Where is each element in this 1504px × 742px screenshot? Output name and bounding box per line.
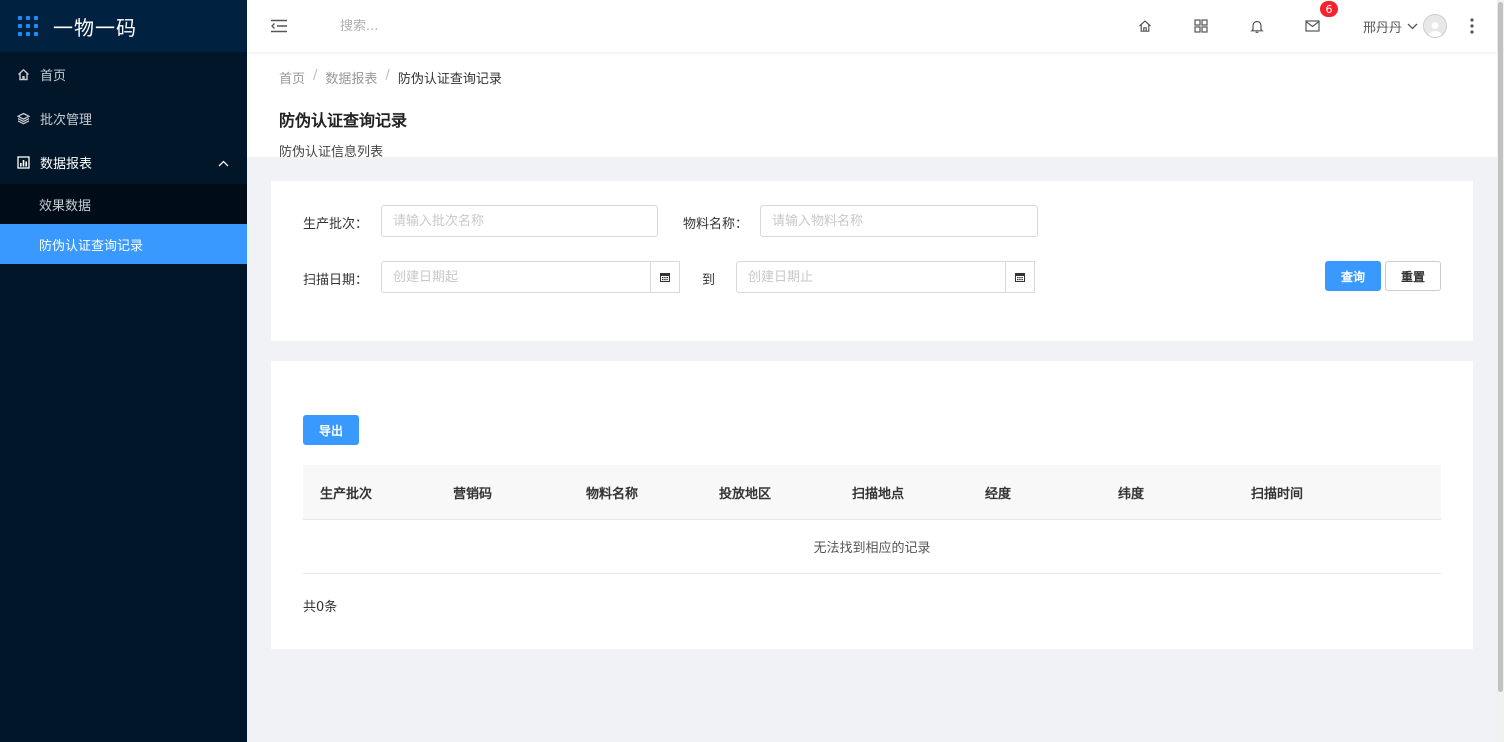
column-header-longitude[interactable]: 经度 [968, 483, 1101, 502]
total-count: 共0条 [303, 600, 338, 615]
chevron-down-icon [1407, 19, 1418, 34]
column-header-marketing-code[interactable]: 营销码 [436, 483, 569, 502]
batch-label: 生产批次： [303, 217, 369, 232]
breadcrumb-parent[interactable]: 数据报表 [325, 68, 377, 87]
scan-date-label: 扫描日期： [303, 273, 369, 288]
avatar[interactable] [1423, 14, 1447, 38]
column-header-material-name[interactable]: 物料名称 [569, 483, 702, 502]
page-header: 首页 / 数据报表 / 防伪认证查询记录 防伪认证查询记录 防伪认证信息列表 [247, 52, 1497, 160]
sidebar-submenu: 效果数据 防伪认证查询记录 [0, 184, 247, 264]
column-header-region[interactable]: 投放地区 [702, 483, 835, 502]
page-description: 防伪认证信息列表 [279, 145, 384, 160]
column-header-scan-location[interactable]: 扫描地点 [835, 483, 968, 502]
layers-icon [16, 111, 30, 125]
table-header: 生产批次 营销码 物料名称 投放地区 扫描地点 经度 纬度 扫描时间 [303, 465, 1441, 520]
top-header: 6 邢丹丹 [247, 0, 1497, 52]
table-card: 导出 生产批次 营销码 物料名称 投放地区 扫描地点 经度 纬度 扫描时间 无法… [271, 361, 1473, 649]
sidebar-item-batch-management[interactable]: 批次管理 [0, 96, 247, 140]
material-label: 物料名称： [683, 217, 749, 232]
user-menu[interactable]: 邢丹丹 [1363, 14, 1447, 38]
date-to-label: 到 [702, 273, 716, 288]
search-input[interactable] [340, 18, 740, 34]
more-vertical-icon[interactable] [1447, 18, 1497, 34]
header-toolbar: 6 邢丹丹 [1117, 0, 1497, 52]
sidebar-item-label: 数据报表 [40, 156, 93, 172]
sidebar-item-data-reports[interactable]: 数据报表 [0, 140, 247, 184]
sidebar: 一物一码 首页 批次管理 数据报表 效果数据 防伪认证查询记录 [0, 0, 247, 742]
sidebar-item-effect-data[interactable]: 效果数据 [0, 184, 247, 224]
menu-collapse-icon[interactable] [270, 19, 290, 33]
table-empty-message: 无法找到相应的记录 [303, 520, 1441, 574]
page-scrollbar[interactable] [1497, 0, 1504, 742]
mail-badge: 6 [1318, 0, 1339, 18]
sidebar-menu: 首页 批次管理 数据报表 效果数据 防伪认证查询记录 [0, 52, 247, 264]
batch-input[interactable] [381, 205, 658, 237]
calendar-icon[interactable] [1005, 261, 1035, 293]
sidebar-item-anticounterfeit-records[interactable]: 防伪认证查询记录 [0, 224, 247, 264]
user-name: 邢丹丹 [1362, 20, 1402, 36]
material-input[interactable] [760, 205, 1038, 237]
home-icon [16, 67, 30, 81]
sidebar-item-label: 首页 [40, 68, 67, 84]
filter-card: 生产批次： 物料名称： 扫描日期： 到 查询 重置 [271, 181, 1473, 341]
apps-icon[interactable] [1173, 0, 1229, 52]
breadcrumb-separator: / [385, 68, 390, 83]
bar-chart-icon [16, 155, 30, 169]
apps-grid-icon [18, 16, 38, 36]
bell-icon[interactable] [1229, 0, 1285, 52]
scrollbar-thumb[interactable] [1498, 2, 1503, 692]
calendar-icon[interactable] [650, 261, 680, 293]
main-area: 6 邢丹丹 首页 / 数据报表 / 防伪认证查询记录 防伪认证查询记 [247, 0, 1497, 742]
logo[interactable]: 一物一码 [0, 0, 247, 52]
sidebar-item-home[interactable]: 首页 [0, 52, 247, 96]
date-start-input[interactable] [381, 261, 651, 293]
column-header-latitude[interactable]: 纬度 [1101, 483, 1234, 502]
breadcrumb-home[interactable]: 首页 [279, 68, 305, 87]
export-button[interactable]: 导出 [303, 415, 359, 445]
breadcrumb: 首页 / 数据报表 / 防伪认证查询记录 [279, 68, 1465, 87]
records-table: 生产批次 营销码 物料名称 投放地区 扫描地点 经度 纬度 扫描时间 无法找到相… [303, 465, 1441, 574]
reset-button[interactable]: 重置 [1385, 261, 1441, 291]
page-title: 防伪认证查询记录 [279, 111, 408, 130]
breadcrumb-current: 防伪认证查询记录 [397, 72, 502, 87]
breadcrumb-separator: / [313, 68, 318, 83]
column-header-scan-time[interactable]: 扫描时间 [1234, 483, 1367, 502]
chevron-up-icon [218, 156, 229, 171]
query-button[interactable]: 查询 [1325, 261, 1381, 291]
date-end-input[interactable] [736, 261, 1006, 293]
home-icon[interactable] [1117, 0, 1173, 52]
column-header-batch[interactable]: 生产批次 [303, 483, 436, 502]
sidebar-item-label: 批次管理 [40, 112, 93, 128]
mail-icon[interactable]: 6 [1285, 0, 1341, 52]
sidebar-item-label: 效果数据 [39, 198, 92, 214]
app-title: 一物一码 [53, 15, 137, 40]
sidebar-item-label: 防伪认证查询记录 [39, 238, 144, 254]
